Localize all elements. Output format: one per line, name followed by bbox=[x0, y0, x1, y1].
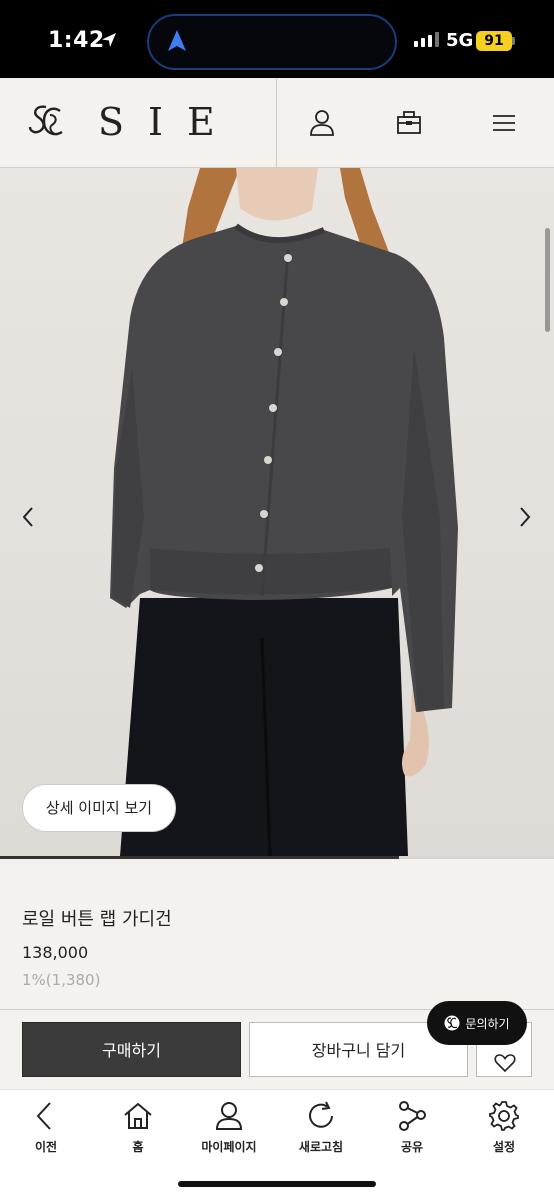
refresh-icon bbox=[309, 1101, 333, 1128]
product-name: 로일 버튼 랩 가디건 bbox=[22, 909, 172, 930]
location-arrow-icon bbox=[102, 33, 116, 47]
brand-name: SIE bbox=[98, 100, 239, 144]
product-photo bbox=[110, 168, 458, 856]
back-icon bbox=[36, 1102, 51, 1130]
buy-button[interactable]: 구매하기 bbox=[22, 1022, 241, 1077]
menu-icon[interactable] bbox=[489, 108, 519, 138]
battery-level: 91 bbox=[476, 31, 512, 51]
toolbar-refresh[interactable]: 새로고침 bbox=[281, 1100, 361, 1155]
view-detail-images-button[interactable]: 상세 이미지 보기 bbox=[22, 784, 176, 832]
toolbar-mypage[interactable]: 마이페이지 bbox=[189, 1100, 269, 1155]
toolbar-back-label: 이전 bbox=[34, 1140, 58, 1154]
inquiry-button[interactable]: 문의하기 bbox=[427, 1001, 527, 1045]
signal-icon bbox=[414, 32, 439, 47]
battery-tip bbox=[512, 37, 515, 45]
previous-image-arrow-icon[interactable] bbox=[18, 505, 38, 529]
header-divider bbox=[276, 78, 277, 168]
brand-mark-icon bbox=[28, 105, 63, 136]
product-image[interactable] bbox=[0, 168, 554, 856]
next-image-arrow-icon[interactable] bbox=[515, 505, 535, 529]
product-price: 138,000 bbox=[22, 943, 89, 962]
toolbar-back[interactable]: 이전 bbox=[6, 1100, 86, 1155]
toolbar-home[interactable]: 홈 bbox=[98, 1100, 178, 1155]
toolbar-settings[interactable]: 설정 bbox=[464, 1100, 544, 1155]
toolbar-settings-label: 설정 bbox=[492, 1140, 516, 1154]
app-page: 1:42 5G 91 SIE 상세 이미지 보기 로일 버튼 랩 가디건 138… bbox=[0, 0, 554, 1200]
navigation-arrow-icon bbox=[168, 30, 186, 51]
gear-icon bbox=[489, 1101, 519, 1131]
user-icon[interactable] bbox=[307, 108, 337, 138]
status-time: 1:42 bbox=[48, 28, 105, 53]
toolbar-share-label: 공유 bbox=[400, 1140, 424, 1154]
toolbar-home-label: 홈 bbox=[132, 1140, 144, 1154]
home-icon bbox=[124, 1102, 152, 1129]
share-icon bbox=[399, 1101, 426, 1131]
mypage-user-icon bbox=[215, 1102, 243, 1130]
status-bar: 1:42 5G 91 bbox=[0, 0, 554, 78]
product-info: 로일 버튼 랩 가디건 138,000 1%(1,380) bbox=[0, 859, 554, 1009]
site-header: SIE bbox=[0, 78, 554, 168]
heart-icon bbox=[494, 1054, 516, 1073]
toolbar-mypage-label: 마이페이지 bbox=[201, 1140, 257, 1154]
home-indicator[interactable] bbox=[178, 1181, 376, 1187]
product-point: 1%(1,380) bbox=[22, 971, 101, 989]
bag-icon[interactable] bbox=[394, 108, 424, 138]
toolbar-share[interactable]: 공유 bbox=[372, 1100, 452, 1155]
dynamic-island bbox=[147, 14, 397, 70]
brand-mark-small-icon bbox=[444, 1015, 460, 1031]
inquiry-label: 문의하기 bbox=[465, 1016, 510, 1031]
network-type: 5G bbox=[446, 30, 474, 51]
scroll-thumb[interactable] bbox=[545, 228, 550, 332]
toolbar-refresh-label: 새로고침 bbox=[298, 1140, 344, 1154]
brand-logo[interactable]: SIE bbox=[26, 100, 239, 144]
